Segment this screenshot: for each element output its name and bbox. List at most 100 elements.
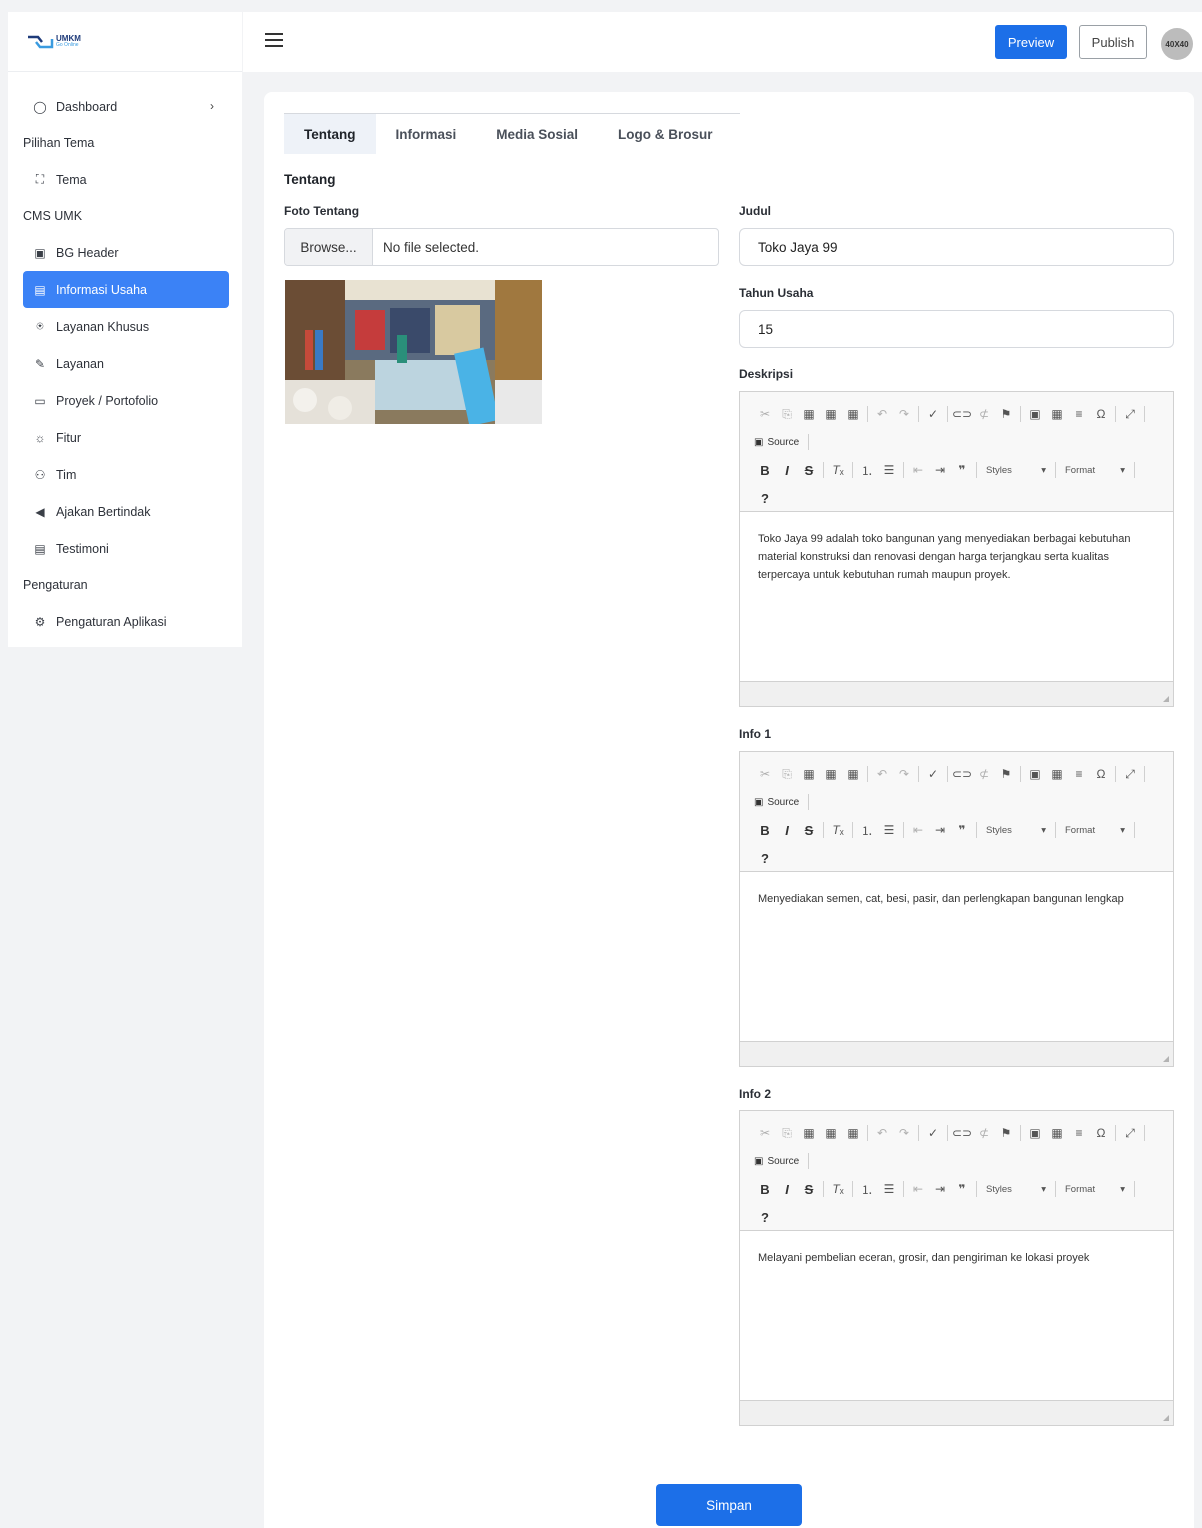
unlink-icon[interactable]: ⊄ xyxy=(973,404,995,424)
indent-icon[interactable]: ⇥ xyxy=(929,1179,951,1199)
strike-icon[interactable]: S xyxy=(798,463,820,478)
undo-icon[interactable]: ↶ xyxy=(871,404,893,424)
photo-file-input[interactable]: Browse... No file selected. xyxy=(284,228,719,266)
redo-icon[interactable]: ↷ xyxy=(893,1123,915,1143)
bullet-list-icon[interactable]: ☰ xyxy=(878,460,900,480)
undo-icon[interactable]: ↶ xyxy=(871,1123,893,1143)
maximize-icon[interactable]: ⤢ xyxy=(1119,764,1141,784)
resize-grip-icon[interactable] xyxy=(1163,1056,1169,1062)
tab-logo-brosur[interactable]: Logo & Brosur xyxy=(598,114,733,154)
format-dropdown[interactable]: Format ▾ xyxy=(1059,1184,1131,1195)
outdent-icon[interactable]: ⇤ xyxy=(907,460,929,480)
table-icon[interactable]: ▦ xyxy=(1046,404,1068,424)
tab-informasi[interactable]: Informasi xyxy=(376,114,477,154)
sidebar-item-layanan[interactable]: ✎ Layanan xyxy=(8,345,242,382)
anchor-icon[interactable]: ⚑ xyxy=(995,764,1017,784)
paste-icon[interactable]: ▦ xyxy=(798,1123,820,1143)
maximize-icon[interactable]: ⤢ xyxy=(1119,404,1141,424)
info2-editor[interactable]: ✂ ⎘ ▦ ▦ ▦ ↶ ↷ ✓ ⊂⊃ ⊄ ⚑ ▣ ▦ ≡ Ω ⤢ ▣ Source B I S Tₓ ⒈ ☰ ⇤ ⇥ ❞ Styles… xyxy=(739,1110,1174,1426)
info1-editor[interactable]: ✂ ⎘ ▦ ▦ ▦ ↶ ↷ ✓ ⊂⊃ ⊄ ⚑ ▣ ▦ ≡ Ω ⤢ ▣ Source B I S Tₓ ⒈ ☰ ⇤ ⇥ ❞ Styles… xyxy=(739,751,1174,1067)
help-icon[interactable]: ? xyxy=(754,1210,776,1225)
paste-text-icon[interactable]: ▦ xyxy=(820,1123,842,1143)
cut-icon[interactable]: ✂ xyxy=(754,1123,776,1143)
sidebar-item-tema[interactable]: ⛶ Tema xyxy=(8,161,242,198)
tab-media-sosial[interactable]: Media Sosial xyxy=(476,114,598,154)
table-icon[interactable]: ▦ xyxy=(1046,1123,1068,1143)
sidebar-item-pengaturan-aplikasi[interactable]: ⚙ Pengaturan Aplikasi xyxy=(8,603,242,640)
blockquote-icon[interactable]: ❞ xyxy=(951,460,973,480)
remove-format-icon[interactable]: Tₓ xyxy=(827,820,849,840)
image-icon[interactable]: ▣ xyxy=(1024,1123,1046,1143)
paste-icon[interactable]: ▦ xyxy=(798,764,820,784)
hr-icon[interactable]: ≡ xyxy=(1068,404,1090,424)
link-icon[interactable]: ⊂⊃ xyxy=(951,404,973,424)
numbered-list-icon[interactable]: ⒈ xyxy=(856,460,878,480)
sidebar-item-fitur[interactable]: ☼ Fitur xyxy=(8,419,242,456)
bullet-list-icon[interactable]: ☰ xyxy=(878,820,900,840)
outdent-icon[interactable]: ⇤ xyxy=(907,1179,929,1199)
indent-icon[interactable]: ⇥ xyxy=(929,460,951,480)
undo-icon[interactable]: ↶ xyxy=(871,764,893,784)
paste-text-icon[interactable]: ▦ xyxy=(820,404,842,424)
editor-content[interactable]: Melayani pembelian eceran, grosir, dan p… xyxy=(740,1231,1173,1401)
outdent-icon[interactable]: ⇤ xyxy=(907,820,929,840)
resize-grip-icon[interactable] xyxy=(1163,696,1169,702)
paste-word-icon[interactable]: ▦ xyxy=(842,404,864,424)
bold-icon[interactable]: B xyxy=(754,1182,776,1197)
sidebar-item-bg-header[interactable]: ▣ BG Header xyxy=(8,234,242,271)
hr-icon[interactable]: ≡ xyxy=(1068,764,1090,784)
cut-icon[interactable]: ✂ xyxy=(754,764,776,784)
redo-icon[interactable]: ↷ xyxy=(893,404,915,424)
indent-icon[interactable]: ⇥ xyxy=(929,820,951,840)
image-icon[interactable]: ▣ xyxy=(1024,404,1046,424)
tahun-input[interactable]: 15 xyxy=(739,310,1174,348)
hr-icon[interactable]: ≡ xyxy=(1068,1123,1090,1143)
sidebar-item-ajakan-bertindak[interactable]: ◀ Ajakan Bertindak xyxy=(8,493,242,530)
sidebar-item-tim[interactable]: ⚇ Tim xyxy=(8,456,242,493)
sidebar-item-informasi-usaha[interactable]: ▤ Informasi Usaha xyxy=(23,271,229,308)
preview-button[interactable]: Preview xyxy=(995,25,1067,59)
maximize-icon[interactable]: ⤢ xyxy=(1119,1123,1141,1143)
unlink-icon[interactable]: ⊄ xyxy=(973,764,995,784)
editor-content[interactable]: Toko Jaya 99 adalah toko bangunan yang m… xyxy=(740,512,1173,682)
judul-input[interactable]: Toko Jaya 99 xyxy=(739,228,1174,266)
save-button[interactable]: Simpan xyxy=(656,1484,802,1526)
paste-word-icon[interactable]: ▦ xyxy=(842,764,864,784)
spellcheck-icon[interactable]: ✓ xyxy=(922,764,944,784)
link-icon[interactable]: ⊂⊃ xyxy=(951,1123,973,1143)
link-icon[interactable]: ⊂⊃ xyxy=(951,764,973,784)
bold-icon[interactable]: B xyxy=(754,463,776,478)
hamburger-menu-icon[interactable] xyxy=(265,33,283,47)
strike-icon[interactable]: S xyxy=(798,823,820,838)
source-button[interactable]: ▣ Source xyxy=(754,1156,805,1167)
special-char-icon[interactable]: Ω xyxy=(1090,1123,1112,1143)
image-icon[interactable]: ▣ xyxy=(1024,764,1046,784)
copy-icon[interactable]: ⎘ xyxy=(776,764,798,784)
numbered-list-icon[interactable]: ⒈ xyxy=(856,820,878,840)
copy-icon[interactable]: ⎘ xyxy=(776,404,798,424)
tab-tentang[interactable]: Tentang xyxy=(284,114,376,154)
table-icon[interactable]: ▦ xyxy=(1046,764,1068,784)
sidebar-item-proyek-portofolio[interactable]: ▭ Proyek / Portofolio xyxy=(8,382,242,419)
logo[interactable]: UMKM Go Online xyxy=(8,12,242,72)
bullet-list-icon[interactable]: ☰ xyxy=(878,1179,900,1199)
editor-content[interactable]: Menyediakan semen, cat, besi, pasir, dan… xyxy=(740,872,1173,1042)
sidebar-item-testimoni[interactable]: ▤ Testimoni xyxy=(8,530,242,567)
spellcheck-icon[interactable]: ✓ xyxy=(922,1123,944,1143)
sidebar-item-layanan-khusus[interactable]: ⍟ Layanan Khusus xyxy=(8,308,242,345)
paste-text-icon[interactable]: ▦ xyxy=(820,764,842,784)
format-dropdown[interactable]: Format ▾ xyxy=(1059,465,1131,476)
strike-icon[interactable]: S xyxy=(798,1182,820,1197)
cut-icon[interactable]: ✂ xyxy=(754,404,776,424)
blockquote-icon[interactable]: ❞ xyxy=(951,1179,973,1199)
paste-word-icon[interactable]: ▦ xyxy=(842,1123,864,1143)
resize-grip-icon[interactable] xyxy=(1163,1415,1169,1421)
styles-dropdown[interactable]: Styles ▾ xyxy=(980,1184,1052,1195)
source-button[interactable]: ▣ Source xyxy=(754,797,805,808)
copy-icon[interactable]: ⎘ xyxy=(776,1123,798,1143)
remove-format-icon[interactable]: Tₓ xyxy=(827,460,849,480)
italic-icon[interactable]: I xyxy=(776,463,798,478)
blockquote-icon[interactable]: ❞ xyxy=(951,820,973,840)
special-char-icon[interactable]: Ω xyxy=(1090,764,1112,784)
special-char-icon[interactable]: Ω xyxy=(1090,404,1112,424)
